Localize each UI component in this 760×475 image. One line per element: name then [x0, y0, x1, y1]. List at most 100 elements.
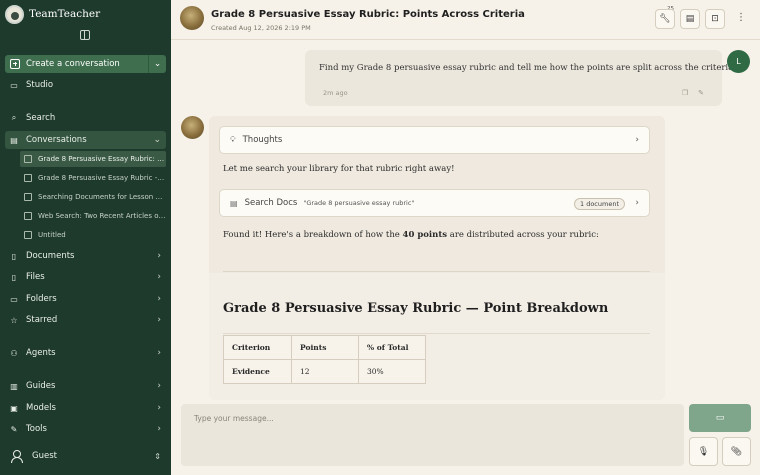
message-timestamp: 2m ago [323, 89, 348, 97]
message-actions: ❐ ✎ [682, 89, 704, 97]
sidebar-item-search[interactable]: ⌕ Search [5, 109, 166, 127]
sidebar-item-tools[interactable]: ✎ Tools › [5, 420, 166, 438]
document-icon: ▯ [11, 251, 17, 261]
sidebar-item-conversations[interactable]: ▤ Conversations ⌄ [5, 131, 166, 149]
conversation-item[interactable]: Grade 8 Persuasive Essay Rubric - Po... [20, 170, 166, 186]
sidebar-item-label: Documents [26, 251, 75, 261]
divider [223, 271, 650, 272]
agent-avatar [180, 6, 204, 30]
edit-icon[interactable]: ✎ [698, 89, 704, 97]
column-header: Points [291, 335, 359, 360]
sidebar-item-guides[interactable]: ▥ Guides › [5, 377, 166, 395]
sidebar-item-documents[interactable]: ▯ Documents › [5, 247, 166, 265]
table-header-row: Criterion Points % of Total [223, 335, 426, 360]
user-avatar: L [727, 50, 750, 73]
conversation-item[interactable]: Web Search: Two Recent Articles on ... [20, 208, 166, 224]
chat-icon [24, 174, 32, 182]
lock-icon: ⊡ [711, 14, 719, 24]
sidebar-item-label: Agents [26, 348, 56, 358]
message-composer [181, 404, 684, 466]
chat-icon [24, 155, 32, 163]
column-header: % of Total [358, 335, 426, 360]
file-icon: ▯ [11, 272, 17, 282]
sidebar-item-starred[interactable]: ☆ Starred › [5, 311, 166, 329]
send-button[interactable]: ▭ [689, 404, 751, 432]
sidebar-item-label: Conversations [26, 135, 87, 145]
chevron-right-icon: › [635, 135, 639, 145]
search-query: "Grade 8 persuasive essay rubric" [303, 199, 415, 207]
attach-button[interactable]: 📎︎ [722, 437, 751, 466]
document-icon: ▤ [685, 14, 695, 24]
page-title: Grade 8 Persuasive Essay Rubric: Points … [211, 9, 525, 20]
share-button[interactable]: ⊡ [705, 9, 725, 29]
create-conversation-button[interactable]: Create a conversation ⌄ [5, 55, 166, 73]
chevron-down-icon[interactable]: ⌄ [148, 55, 166, 73]
result-count-badge: 1 document [574, 198, 625, 210]
conversation-item[interactable]: Untitled [20, 227, 166, 243]
document-heading: Grade 8 Persuasive Essay Rubric — Point … [223, 301, 609, 316]
tools-button[interactable]: 🔧︎ [655, 9, 675, 29]
chevron-right-icon: › [157, 294, 161, 304]
sidebar-toggle-icon[interactable] [80, 30, 90, 40]
thoughts-label: Thoughts [242, 135, 283, 145]
create-conversation-label: Create a conversation [26, 59, 120, 69]
assistant-message: 💡︎ Thoughts › Let me search your library… [209, 116, 665, 400]
message-input[interactable] [181, 404, 684, 432]
microphone-button[interactable]: 🎙︎ [689, 437, 718, 466]
found-prefix: Found it! Here's a breakdown of how the [223, 230, 403, 240]
app-name: TeamTeacher [29, 8, 101, 20]
rubric-table: Criterion Points % of Total Evidence 12 … [223, 335, 426, 384]
conversation-header: Grade 8 Persuasive Essay Rubric: Points … [171, 0, 760, 40]
book-icon: ▥ [10, 381, 18, 391]
wrench-icon: 🔧︎ [659, 14, 671, 24]
chevron-right-icon: › [157, 348, 161, 358]
wrench-icon: ✎ [10, 424, 18, 434]
chevron-right-icon: › [157, 251, 161, 261]
user-menu[interactable]: Guest ⇕ [5, 446, 166, 466]
chat-icon [24, 193, 32, 201]
thoughts-card[interactable]: 💡︎ Thoughts › [219, 126, 650, 154]
chevron-down-icon: ⌄ [153, 135, 161, 145]
sidebar-item-label: Files [26, 272, 45, 282]
conversation-item[interactable]: Searching Documents for Lesson Pla... [20, 189, 166, 205]
table-cell: 12 [291, 359, 359, 384]
chevron-right-icon: › [157, 381, 161, 391]
user-message: Find my Grade 8 persuasive essay rubric … [305, 50, 736, 106]
chevron-right-icon: › [157, 315, 161, 325]
divider [223, 333, 650, 334]
brand[interactable]: TeamTeacher [5, 4, 100, 24]
sidebar-item-folders[interactable]: ▭ Folders › [5, 290, 166, 308]
created-timestamp: Created Aug 12, 2026 2:19 PM [211, 24, 311, 32]
points-total: 40 points [402, 230, 448, 240]
chevron-right-icon: › [157, 403, 161, 413]
document-button[interactable]: ▤ [680, 9, 700, 29]
agent-avatar [181, 116, 204, 139]
sidebar-item-studio[interactable]: ▭ Studio [5, 76, 166, 94]
sidebar-item-agents[interactable]: ⚇ Agents › [5, 344, 166, 362]
sidebar-item-label: Tools [26, 424, 47, 434]
chevron-right-icon: › [157, 424, 161, 434]
chevron-right-icon: › [157, 272, 161, 282]
sidebar-item-models[interactable]: ▣ Models › [5, 399, 166, 417]
chat-icon [24, 212, 32, 220]
sidebar-item-label: Models [26, 403, 56, 413]
sidebar-item-label: Studio [26, 80, 54, 90]
sidebar-item-files[interactable]: ▯ Files › [5, 268, 166, 286]
conversation-title: Grade 8 Persuasive Essay Rubric: Poi... [38, 155, 166, 163]
send-icon: ▭ [715, 413, 725, 423]
conversation-title: Searching Documents for Lesson Pla... [38, 193, 166, 201]
microphone-icon: 🎙︎ [697, 446, 710, 457]
table-row: Evidence 12 30% [223, 359, 426, 384]
more-options-icon[interactable]: ⋮ [736, 12, 746, 23]
search-docs-card[interactable]: ▤ Search Docs "Grade 8 persuasive essay … [219, 189, 650, 217]
assistant-text: Found it! Here's a breakdown of how the … [223, 230, 599, 240]
chevron-updown-icon: ⇕ [154, 451, 161, 461]
table-cell: 30% [358, 359, 426, 384]
conversation-item[interactable]: Grade 8 Persuasive Essay Rubric: Poi... [20, 151, 166, 167]
copy-icon[interactable]: ❐ [682, 89, 688, 97]
user-message-text: Find my Grade 8 persuasive essay rubric … [319, 63, 736, 73]
search-icon: ⌕ [11, 113, 17, 122]
user-name: Guest [32, 451, 57, 461]
document-icon: ▤ [230, 198, 238, 208]
sidebar: TeamTeacher Create a conversation ⌄ ▭ St… [0, 0, 171, 475]
